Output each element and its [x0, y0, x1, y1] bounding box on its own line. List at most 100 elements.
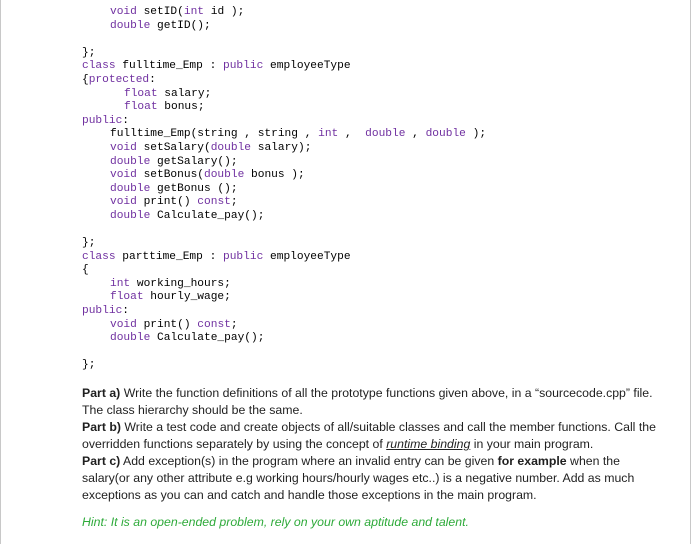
code-text: print(): [136, 196, 198, 209]
code-keyword: float: [124, 87, 158, 100]
code-line: };: [82, 237, 486, 251]
code-text: getID();: [150, 19, 211, 32]
code-text: fulltime_Emp :: [115, 60, 223, 73]
code-line: void print() const;: [82, 196, 486, 210]
code-line: };: [82, 359, 486, 373]
code-keyword: public: [82, 114, 123, 127]
code-text: bonus );: [244, 169, 305, 182]
code-keyword: double: [110, 332, 151, 345]
part-c: Part c) Add exception(s) in the program …: [82, 453, 662, 504]
code-line: void setBonus(double bonus );: [82, 169, 486, 183]
code-line: double getBonus ();: [82, 183, 486, 197]
code-text: getBonus ();: [150, 182, 238, 195]
code-line: {protected:: [82, 74, 486, 88]
part-c-label: Part c): [82, 454, 121, 468]
code-keyword: void: [110, 169, 137, 182]
code-text: setSalary(: [136, 141, 211, 154]
part-c-text: Add exception(s) in the program where an…: [120, 454, 498, 468]
code-text: {: [82, 73, 89, 86]
code-text: :: [149, 73, 156, 86]
part-b-label: Part b): [82, 420, 121, 434]
code-line: fulltime_Emp(string , string , int , dou…: [82, 128, 486, 142]
code-keyword: double: [110, 155, 151, 168]
code-keyword: void: [110, 6, 137, 18]
code-keyword: public: [82, 305, 123, 318]
code-keyword: class: [82, 60, 116, 73]
part-b: Part b) Write a test code and create obj…: [82, 419, 662, 453]
code-block: void setID(int id ); double getID();}; cla…: [82, 6, 486, 373]
code-text: getSalary();: [150, 155, 238, 168]
code-keyword: void: [110, 196, 137, 209]
code-text: ;: [230, 318, 238, 331]
code-line: float hourly_wage;: [82, 291, 486, 305]
code-text: employeeType: [263, 250, 351, 263]
code-line: int working_hours;: [82, 278, 486, 292]
code-keyword: const: [197, 196, 231, 209]
code-line: double Calculate_pay();: [82, 210, 486, 224]
code-text: );: [465, 128, 487, 141]
code-keyword: double: [110, 209, 151, 222]
part-a: Part a) Write the function definitions o…: [82, 385, 662, 419]
code-text: id );: [204, 6, 245, 18]
code-text: employeeType: [263, 60, 351, 73]
code-text: setID(: [136, 6, 184, 18]
code-line: };: [82, 47, 486, 61]
code-line: float bonus;: [82, 101, 486, 115]
code-line: double Calculate_pay();: [82, 332, 486, 346]
code-line: class fulltime_Emp : public employeeType: [82, 60, 486, 74]
hint-text: Hint: It is an open-ended problem, rely …: [82, 515, 469, 529]
code-line: {: [82, 264, 486, 278]
code-text: {: [82, 264, 89, 277]
code-keyword: int: [183, 6, 205, 18]
code-keyword: double: [210, 141, 252, 154]
code-line: void setSalary(double salary);: [82, 142, 486, 156]
code-text: Calculate_pay();: [150, 332, 265, 345]
code-line: double getSalary();: [82, 156, 486, 170]
code-keyword: double: [425, 128, 466, 141]
code-keyword: double: [365, 128, 406, 141]
instructions: Part a) Write the function definitions o…: [82, 385, 662, 504]
code-keyword: void: [110, 141, 137, 154]
code-line: public:: [82, 305, 486, 319]
code-line: void setID(int id );: [82, 6, 486, 20]
code-text: working_hours;: [130, 277, 231, 290]
code-line: void print() const;: [82, 319, 486, 333]
code-text: ,: [338, 128, 366, 141]
code-text: print(): [136, 318, 198, 331]
code-text: };: [82, 237, 96, 250]
code-keyword: int: [110, 277, 131, 290]
part-b-emphasis: runtime binding: [386, 437, 471, 451]
code-keyword: public: [223, 60, 264, 73]
part-a-text: Write the function definitions of all th…: [82, 386, 653, 417]
code-keyword: double: [110, 19, 151, 32]
code-text: bonus;: [157, 101, 205, 114]
code-keyword: int: [318, 128, 339, 141]
code-text: fulltime_Emp(string , string ,: [110, 128, 319, 141]
code-text: salary);: [251, 141, 312, 154]
code-text: Calculate_pay();: [150, 209, 265, 222]
code-keyword: class: [82, 250, 116, 263]
code-line: float salary;: [82, 88, 486, 102]
code-keyword: double: [110, 182, 151, 195]
code-text: ,: [405, 128, 426, 141]
code-text: :: [122, 305, 130, 318]
code-text: :: [122, 114, 130, 127]
code-text: salary;: [157, 87, 212, 100]
part-c-bold: for example: [497, 454, 567, 468]
code-text: };: [82, 359, 96, 372]
page-border-left: [0, 0, 1, 544]
code-text: hourly_wage;: [143, 291, 231, 304]
code-line: double getID();: [82, 20, 486, 34]
code-keyword: const: [197, 318, 231, 331]
code-keyword: float: [110, 291, 144, 304]
code-keyword: public: [223, 250, 264, 263]
code-keyword: double: [204, 169, 245, 182]
code-line: public:: [82, 115, 486, 129]
code-keyword: protected: [88, 73, 150, 86]
code-text: ;: [230, 196, 238, 209]
code-text: parttime_Emp :: [115, 250, 223, 263]
part-a-label: Part a): [82, 386, 121, 400]
